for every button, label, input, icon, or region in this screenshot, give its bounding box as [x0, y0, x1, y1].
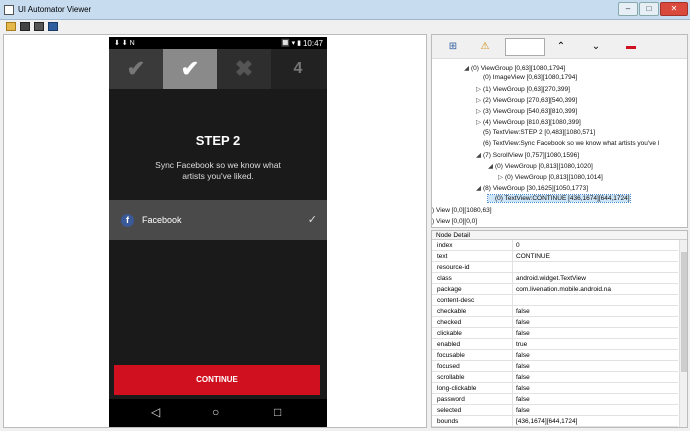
tree-node[interactable]: ◢ (0) ViewGroup [0,63][1080,1794] [464, 64, 565, 72]
facebook-label: Facebook [142, 215, 182, 225]
device-screenshot-icon[interactable] [20, 22, 30, 31]
node-detail-pane: Node Detail index 0 text CONTINUE resource… [431, 230, 688, 428]
tree-node[interactable]: ◢ (0) ViewGroup [0,813][1080,1020] [488, 162, 593, 170]
check-icon: ✓ [307, 214, 317, 226]
detail-row[interactable]: selected false [432, 405, 678, 416]
tree-node[interactable]: (6) TextView:Sync Facebook so we know wh… [476, 140, 659, 147]
tree-node[interactable]: ▷ (0) ViewGroup [0,813][1080,1014] [498, 173, 603, 181]
app-icon [4, 5, 14, 15]
device-screenshot[interactable]: ⬇ ⬇ N 🔲 ▾ ▮ 10:47 ✔ ✔ ✖ 4 STEP 2 Sync Fa… [109, 37, 327, 427]
detail-row[interactable]: password false [432, 394, 678, 405]
main-toolbar [0, 20, 690, 34]
detail-row[interactable]: bounds [436,1674][644,1724] [432, 416, 678, 427]
detail-row[interactable]: class android.widget.TextView [432, 273, 678, 284]
maximize-button[interactable]: □ [639, 2, 659, 16]
scrollbar-thumb[interactable] [681, 252, 687, 372]
step-heading: STEP 2 [195, 133, 241, 148]
tree-node[interactable]: ▷ (4) ViewGroup [810,63][1080,399] [476, 118, 581, 126]
expand-all-icon[interactable]: ⊞ [446, 41, 460, 52]
tree-node[interactable]: ▷ (2) ViewGroup [270,63][540,399] [476, 96, 577, 104]
step-3-cross-icon: ✖ [217, 49, 271, 89]
tree-node[interactable]: ▷ (1) ViewGroup [0,63][270,399] [476, 85, 570, 93]
hierarchy-toolbar: ⊞ ⚠ ⌃ ⌄ ▬ [432, 35, 687, 59]
detail-row[interactable]: enabled true [432, 339, 678, 350]
close-button[interactable]: ✕ [660, 2, 688, 16]
detail-scrollbar[interactable] [679, 240, 687, 427]
previous-result-icon[interactable]: ⌃ [554, 41, 568, 52]
home-icon[interactable]: ○ [212, 405, 219, 419]
open-folder-icon[interactable] [6, 22, 16, 31]
detail-row[interactable]: index 0 [432, 240, 678, 251]
step-2-check-icon: ✔ [163, 49, 217, 89]
save-icon[interactable] [48, 22, 58, 31]
detail-row[interactable]: checked false [432, 317, 678, 328]
detail-row[interactable]: clickable false [432, 328, 678, 339]
device-compressed-screenshot-icon[interactable] [34, 22, 44, 31]
hierarchy-pane: ⊞ ⚠ ⌃ ⌄ ▬ ◢ (0) ViewGroup [0,63][1080,179… [431, 34, 688, 228]
detail-row[interactable]: resource-id [432, 262, 678, 273]
tree-node[interactable]: ) View [0,0][1080,63] [432, 207, 492, 214]
clear-search-icon[interactable]: ▬ [624, 41, 638, 52]
back-icon[interactable]: ◁ [151, 405, 160, 419]
continue-button[interactable]: CONTINUE [114, 365, 320, 395]
tree-node-selected[interactable]: (0) TextView:CONTINUE [436,1674][644,172… [487, 194, 631, 203]
detail-row[interactable]: focusable false [432, 350, 678, 361]
detail-row[interactable]: scrollable false [432, 372, 678, 383]
facebook-row[interactable]: f Facebook ✓ [109, 200, 327, 240]
step-indicator: ✔ ✔ ✖ 4 [109, 49, 327, 89]
tree-node[interactable]: (5) TextView:STEP 2 [0,483][1080,571] [476, 129, 595, 136]
next-result-icon[interactable]: ⌄ [589, 41, 603, 52]
detail-row[interactable]: content-desc [432, 295, 678, 306]
tree-node[interactable]: ◢ (7) ScrollView [0,757][1080,1596] [476, 151, 579, 159]
recent-apps-icon[interactable]: □ [274, 405, 281, 419]
window-title: UI Automator Viewer [18, 5, 92, 14]
phone-nav-bar: ◁ ○ □ [109, 399, 327, 427]
status-system-icons: 🔲 ▾ ▮ [281, 40, 301, 47]
step-4-number: 4 [271, 49, 325, 89]
tree-node[interactable]: ◢ (8) ViewGroup [30,1625][1050,1773] [476, 184, 588, 192]
tree-node[interactable]: ) View [0,0][0,0] [432, 218, 477, 225]
phone-status-bar: ⬇ ⬇ N 🔲 ▾ ▮ 10:47 [109, 37, 327, 49]
hierarchy-search-input[interactable] [505, 38, 545, 56]
detail-row[interactable]: text CONTINUE [432, 251, 678, 262]
tree-node[interactable]: (0) ImageView [0,63][1080,1794] [476, 74, 577, 81]
step-1-check-icon: ✔ [109, 49, 163, 89]
detail-row[interactable]: package com.livenation.mobile.android.na [432, 284, 678, 295]
status-notification-icons: ⬇ ⬇ N [114, 40, 135, 47]
detail-row[interactable]: focused false [432, 361, 678, 372]
detail-row[interactable]: long-clickable false [432, 383, 678, 394]
minimize-button[interactable]: – [618, 2, 638, 16]
status-time: 10:47 [302, 39, 323, 48]
warning-icon[interactable]: ⚠ [478, 41, 492, 52]
tree-node[interactable]: ▷ (3) ViewGroup [540,63][810,399] [476, 107, 577, 115]
step-description: Sync Facebook so we know what artists yo… [155, 160, 281, 181]
detail-row[interactable]: checkable false [432, 306, 678, 317]
window-titlebar: UI Automator Viewer – □ ✕ [0, 0, 690, 20]
facebook-icon: f [121, 214, 134, 227]
node-detail-header: Node Detail [432, 231, 687, 240]
